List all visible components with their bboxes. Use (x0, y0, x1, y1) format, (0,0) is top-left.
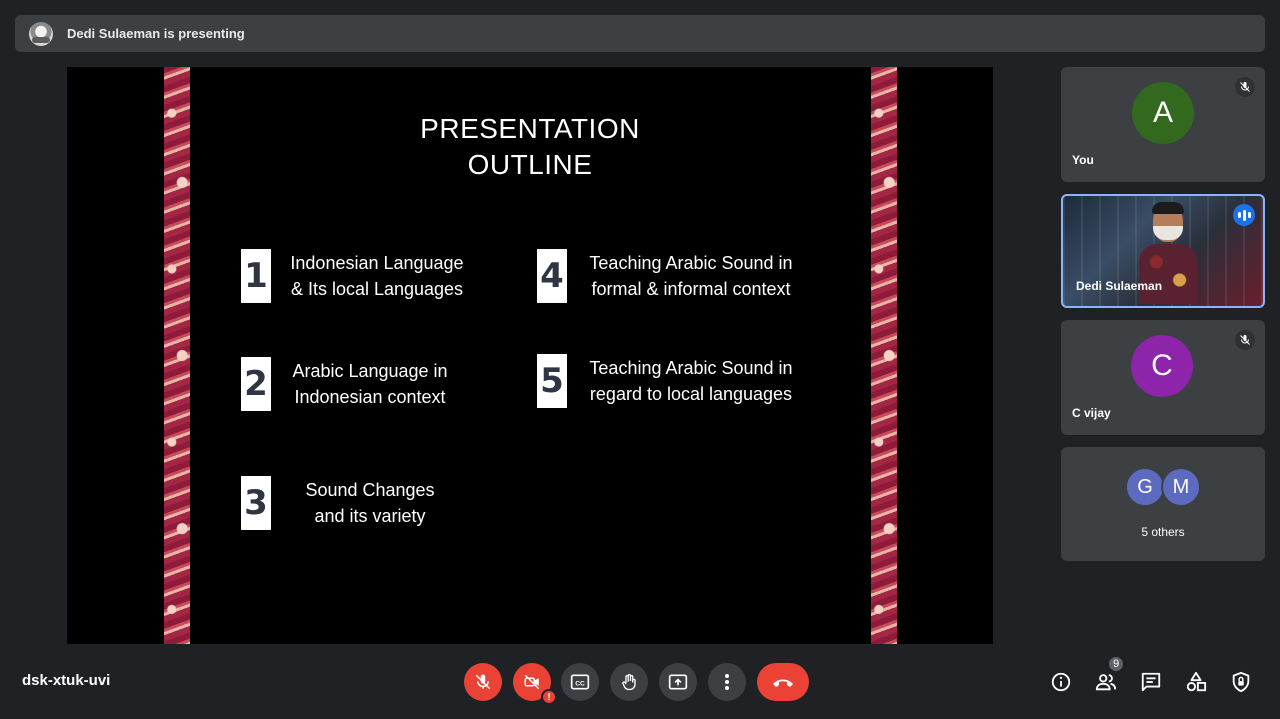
outline-text: Teaching Arabic Sound in formal & informa… (589, 253, 793, 299)
present-now-button[interactable] (659, 663, 697, 701)
speaking-indicator-icon (1233, 204, 1255, 226)
more-vertical-icon (725, 674, 729, 690)
outline-number: 1 (241, 249, 271, 303)
outline-item-5: 5 Teaching Arabic Sound in regard to loca… (537, 354, 811, 408)
host-controls-button[interactable] (1229, 670, 1253, 694)
participant-tile-presenter[interactable]: Dedi Sulaeman (1061, 194, 1265, 308)
outline-number: 4 (537, 249, 567, 303)
avatar: C (1131, 335, 1193, 397)
camera-off-icon (524, 674, 540, 690)
captions-button[interactable]: CC (561, 663, 599, 701)
outline-number: 2 (241, 357, 271, 411)
outline-text: Arabic Language in Indonesian context (292, 361, 448, 407)
shared-screen: PRESENTATION OUTLINE 1 Indonesian Langua… (67, 67, 993, 644)
people-button[interactable] (1094, 670, 1118, 694)
mic-toggle-button[interactable] (464, 663, 502, 701)
info-icon (1051, 672, 1071, 692)
outline-text: Teaching Arabic Sound in regard to local … (589, 358, 793, 404)
closed-captions-icon: CC (570, 674, 590, 690)
camera-toggle-button[interactable]: ! (513, 663, 557, 705)
avatar: M (1161, 467, 1201, 507)
participant-tile-c-vijay[interactable]: C C vijay (1061, 320, 1265, 435)
outline-item-2: 2 Arabic Language in Indonesian context (241, 357, 463, 411)
presenter-avatar (29, 21, 53, 46)
mic-off-icon (1235, 77, 1255, 97)
hand-icon (622, 673, 636, 691)
meeting-code: dsk-xtuk-uvi (22, 672, 111, 689)
avatar: G (1125, 467, 1165, 507)
outline-item-3: 3 Sound Changes and its variety (241, 476, 463, 530)
raise-hand-button[interactable] (610, 663, 648, 701)
mic-off-icon (1235, 330, 1255, 350)
outline-item-4: 4 Teaching Arabic Sound in formal & infor… (537, 249, 811, 303)
more-options-button[interactable] (708, 663, 746, 701)
outline-number: 3 (241, 476, 271, 530)
camera-alert-badge: ! (541, 689, 557, 705)
activities-button[interactable] (1184, 670, 1208, 694)
outline-number: 5 (537, 354, 567, 408)
presenting-text: Dedi Sulaeman is presenting (67, 26, 245, 41)
svg-text:CC: CC (575, 680, 585, 687)
outline-text: Sound Changes and its variety (305, 480, 435, 526)
participant-count-badge: 9 (1107, 655, 1125, 673)
outline-item-1: 1 Indonesian Language & Its local Languag… (241, 249, 477, 303)
outline-text: Indonesian Language & Its local Languages (290, 253, 464, 299)
chat-button[interactable] (1139, 670, 1163, 694)
avatar: A (1132, 82, 1194, 144)
hang-up-icon (773, 679, 793, 687)
mic-off-icon (475, 674, 491, 690)
participant-tile-you[interactable]: A You (1061, 67, 1265, 182)
meeting-details-button[interactable] (1049, 670, 1073, 694)
chat-icon (1141, 672, 1161, 692)
participant-name: C vijay (1072, 406, 1111, 420)
shield-lock-icon (1232, 671, 1250, 693)
present-screen-icon (668, 674, 688, 690)
people-icon (1095, 674, 1117, 691)
others-count: 5 others (1141, 525, 1185, 539)
participant-tile-others[interactable]: G M 5 others (1061, 447, 1265, 561)
participant-name: You (1072, 153, 1094, 167)
presenting-banner: Dedi Sulaeman is presenting (15, 15, 1265, 52)
leave-call-button[interactable] (757, 663, 809, 701)
slide-title: PRESENTATION OUTLINE (420, 113, 640, 180)
activities-shapes-icon (1186, 671, 1207, 692)
participant-name: Dedi Sulaeman (1076, 279, 1163, 293)
